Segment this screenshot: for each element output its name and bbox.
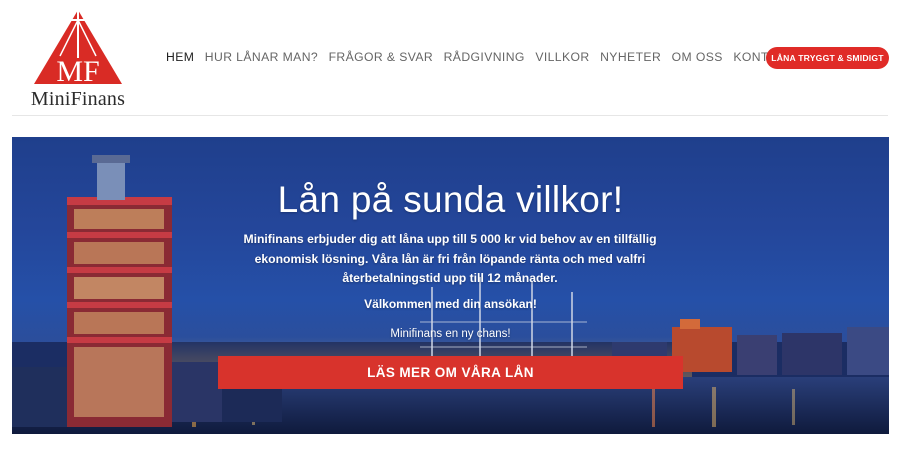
header-divider: [12, 115, 888, 116]
nav-item-om-oss[interactable]: OM OSS: [672, 50, 723, 64]
logo-text: MiniFinans: [30, 88, 126, 110]
read-more-loans-button[interactable]: LÄS MER OM VÅRA LÅN: [218, 356, 683, 389]
logo-triangle-icon: MF: [34, 10, 122, 88]
main-nav: HEM HUR LÅNAR MAN? FRÅGOR & SVAR RÅDGIVN…: [166, 50, 841, 64]
nav-item-fragor-svar[interactable]: FRÅGOR & SVAR: [329, 50, 434, 64]
nav-item-nyheter[interactable]: NYHETER: [600, 50, 661, 64]
apply-loan-button[interactable]: LÅNA TRYGGT & SMIDIGT: [766, 47, 889, 69]
nav-item-hem[interactable]: HEM: [166, 50, 194, 64]
hero-welcome-text: Välkommen med din ansökan!: [364, 297, 537, 311]
site-logo[interactable]: MF MiniFinans: [22, 8, 134, 110]
nav-item-hur-lanar-man[interactable]: HUR LÅNAR MAN?: [205, 50, 318, 64]
svg-text:MF: MF: [56, 55, 99, 88]
nav-item-villkor[interactable]: VILLKOR: [535, 50, 589, 64]
site-header: MF MiniFinans HEM HUR LÅNAR MAN? FRÅGOR …: [0, 0, 900, 116]
nav-item-radgivning[interactable]: RÅDGIVNING: [444, 50, 525, 64]
hero-description: Minifinans erbjuder dig att låna upp til…: [243, 232, 657, 285]
hero-banner: Lån på sunda villkor! Minifinans erbjude…: [12, 137, 889, 434]
hero-tagline: Minifinans en ny chans!: [390, 328, 511, 340]
hero-title: Lån på sunda villkor!: [277, 179, 624, 220]
